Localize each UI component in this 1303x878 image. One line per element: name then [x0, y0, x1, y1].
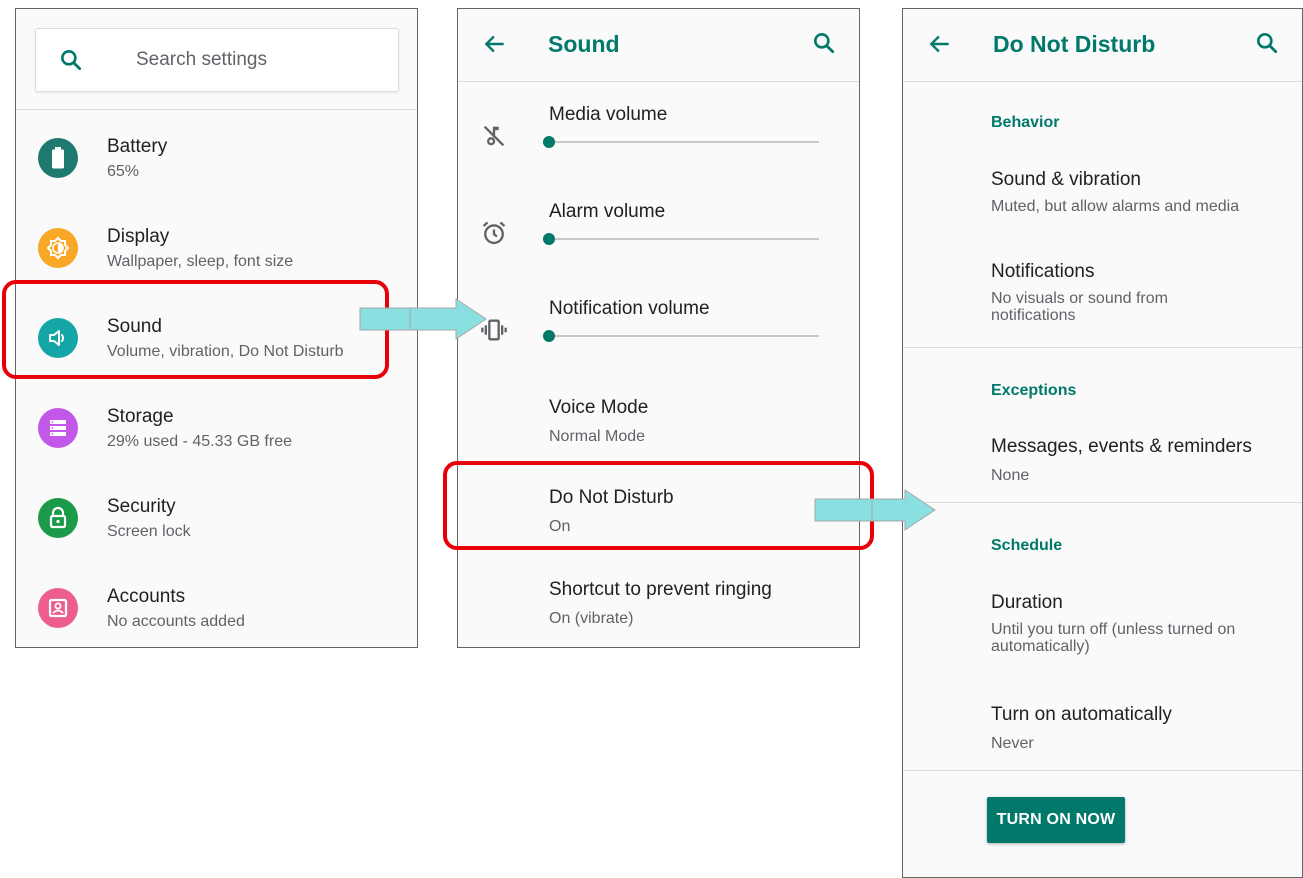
slider-thumb[interactable]	[543, 233, 555, 245]
duration-item[interactable]: Duration Until you turn off (unless turn…	[991, 592, 1272, 655]
divider	[903, 770, 1302, 771]
search-icon[interactable]	[1254, 30, 1280, 56]
page-title: Do Not Disturb	[993, 31, 1156, 57]
notification-volume-slider[interactable]	[543, 330, 819, 342]
item-title: Notifications	[991, 261, 1095, 282]
item-subtitle: None	[991, 467, 1030, 484]
alarm-volume-row: Alarm volume	[458, 201, 859, 296]
item-title: Shortcut to prevent ringing	[549, 579, 772, 600]
item-subtitle: No visuals or sound from notifications	[991, 290, 1168, 324]
settings-item-title: Accounts	[107, 586, 186, 607]
flow-arrow-icon	[814, 489, 936, 531]
music-off-icon	[483, 125, 505, 147]
slider-thumb[interactable]	[543, 136, 555, 148]
settings-item-display[interactable]: Display Wallpaper, sleep, font size	[16, 207, 417, 297]
settings-item-title: Storage	[107, 406, 174, 427]
do-not-disturb-panel: Do Not Disturb Behavior Sound & vibratio…	[902, 8, 1303, 878]
item-subtitle: Muted, but allow alarms and media	[991, 198, 1240, 215]
item-subtitle: Until you turn off (unless turned on aut…	[991, 621, 1236, 655]
turn-on-now-button[interactable]: TURN ON NOW	[987, 797, 1125, 843]
volume-label: Notification volume	[549, 298, 710, 319]
flow-arrow-icon	[359, 298, 487, 340]
item-title: Voice Mode	[549, 397, 649, 418]
back-arrow-icon[interactable]	[927, 31, 953, 57]
messages-events-reminders-item[interactable]: Messages, events & reminders None	[991, 436, 1292, 484]
item-title: Messages, events & reminders	[991, 436, 1252, 457]
do-not-disturb-item[interactable]: Do Not Disturb On	[549, 487, 674, 536]
settings-item-sound[interactable]: Sound Volume, vibration, Do Not Disturb	[16, 297, 417, 387]
sound-panel: Sound Media volume Alarm volume Notifica…	[457, 8, 860, 648]
settings-item-security[interactable]: Security Screen lock	[16, 477, 417, 567]
divider	[16, 109, 417, 110]
search-settings-bar[interactable]: Search settings	[35, 28, 399, 92]
search-icon	[61, 50, 82, 71]
lock-icon	[38, 498, 78, 538]
voice-mode-item[interactable]: Voice Mode Normal Mode	[549, 397, 648, 446]
alarm-icon	[482, 221, 506, 245]
exceptions-header: Exceptions	[991, 382, 1077, 399]
item-title: Duration	[991, 592, 1063, 613]
battery-icon	[38, 138, 78, 178]
back-arrow-icon[interactable]	[482, 31, 508, 57]
account-icon	[38, 588, 78, 628]
item-subtitle: On (vibrate)	[549, 610, 634, 627]
storage-icon	[38, 408, 78, 448]
settings-panel: Search settings Battery 65% Display Wall…	[15, 8, 418, 648]
settings-item-subtitle: 29% used - 45.33 GB free	[107, 433, 292, 450]
alarm-volume-slider[interactable]	[543, 233, 819, 245]
notification-volume-row: Notification volume	[458, 298, 859, 393]
item-subtitle: On	[549, 518, 571, 535]
settings-item-subtitle: Wallpaper, sleep, font size	[107, 253, 294, 270]
slider-thumb[interactable]	[543, 330, 555, 342]
media-volume-row: Media volume	[458, 104, 859, 199]
item-title: Do Not Disturb	[549, 487, 674, 508]
item-title: Turn on automatically	[991, 704, 1172, 725]
settings-item-subtitle: 65%	[107, 163, 140, 180]
divider	[903, 502, 1302, 503]
media-volume-slider[interactable]	[543, 136, 819, 148]
divider	[903, 347, 1302, 348]
settings-item-title: Battery	[107, 136, 168, 157]
turn-on-automatically-item[interactable]: Turn on automatically Never	[991, 704, 1292, 752]
settings-item-storage[interactable]: Storage 29% used - 45.33 GB free	[16, 387, 417, 477]
notifications-item[interactable]: Notifications No visuals or sound from n…	[991, 261, 1202, 324]
app-bar: Sound	[458, 9, 859, 82]
settings-item-subtitle: Volume, vibration, Do Not Disturb	[107, 343, 344, 360]
schedule-header: Schedule	[991, 537, 1063, 554]
settings-item-battery[interactable]: Battery 65%	[16, 117, 417, 207]
settings-item-subtitle: No accounts added	[107, 613, 245, 630]
sound-vibration-item[interactable]: Sound & vibration Muted, but allow alarm…	[991, 169, 1292, 215]
settings-item-title: Security	[107, 496, 176, 517]
behavior-header: Behavior	[991, 114, 1060, 131]
item-title: Sound & vibration	[991, 169, 1141, 190]
shortcut-prevent-ringing-item[interactable]: Shortcut to prevent ringing On (vibrate)	[549, 579, 772, 628]
volume-icon	[38, 318, 78, 358]
settings-item-title: Display	[107, 226, 170, 247]
page-title: Sound	[548, 31, 620, 57]
volume-label: Media volume	[549, 104, 668, 125]
settings-item-accounts[interactable]: Accounts No accounts added	[16, 567, 417, 647]
volume-label: Alarm volume	[549, 201, 666, 222]
search-icon[interactable]	[811, 30, 837, 56]
brightness-icon	[38, 228, 78, 268]
item-subtitle: Never	[991, 735, 1034, 752]
settings-item-title: Sound	[107, 316, 162, 337]
app-bar: Do Not Disturb	[903, 9, 1302, 82]
search-placeholder: Search settings	[136, 49, 267, 70]
item-subtitle: Normal Mode	[549, 428, 646, 445]
settings-item-subtitle: Screen lock	[107, 523, 191, 540]
